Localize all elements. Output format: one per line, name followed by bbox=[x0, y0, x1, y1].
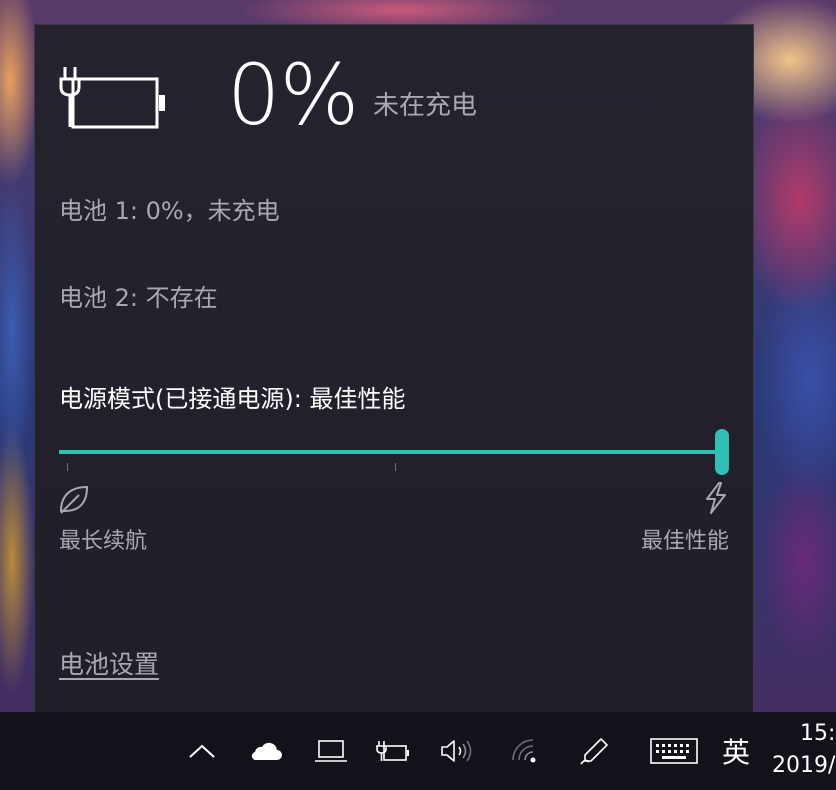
battery-plugged-icon bbox=[376, 740, 410, 762]
best-performance-label: 最佳性能 bbox=[640, 529, 729, 554]
leaf-icon bbox=[57, 483, 91, 515]
show-hidden-icons-button[interactable] bbox=[182, 712, 222, 790]
battery-percentage: 0% bbox=[227, 46, 359, 144]
battery-flyout: 0% 未在充电 电池 1: 0%，未充电 电池 2: 不存在 电源模式(已接通电… bbox=[34, 24, 754, 712]
lightning-bolt-icon bbox=[701, 481, 729, 515]
volume-icon bbox=[440, 738, 474, 764]
network-button[interactable] bbox=[506, 712, 546, 790]
battery-tray-button[interactable] bbox=[372, 712, 414, 790]
slider-thumb[interactable] bbox=[715, 429, 729, 475]
power-mode-slider[interactable] bbox=[59, 429, 733, 475]
slider-tick bbox=[395, 463, 396, 471]
battery-2-status: 电池 2: 不存在 bbox=[59, 284, 218, 312]
battery-summary: 0% 未在充电 bbox=[59, 53, 719, 141]
volume-button[interactable] bbox=[436, 712, 478, 790]
windows-ink-button[interactable] bbox=[574, 712, 616, 790]
touch-keyboard-icon bbox=[650, 738, 698, 764]
clock-date: 2019/ bbox=[772, 753, 836, 778]
onedrive-button[interactable] bbox=[244, 712, 288, 790]
battery-settings-link[interactable]: 电池设置 bbox=[59, 645, 159, 681]
laptop-icon bbox=[315, 739, 347, 763]
best-battery-life-label: 最长续航 bbox=[59, 529, 148, 554]
slider-tick bbox=[67, 463, 68, 471]
slider-track[interactable] bbox=[59, 450, 719, 454]
onedrive-cloud-icon bbox=[249, 740, 283, 762]
battery-1-status: 电池 1: 0%，未充电 bbox=[59, 197, 280, 225]
tablet-mode-button[interactable] bbox=[310, 712, 352, 790]
clock-time: 15: bbox=[800, 721, 836, 746]
charging-status: 未在充电 bbox=[373, 91, 478, 121]
input-method-indicator[interactable]: 英 bbox=[712, 712, 760, 790]
pen-icon bbox=[579, 736, 611, 766]
battery-plugged-icon bbox=[59, 65, 169, 129]
taskbar-clock[interactable]: 15: 2019/ bbox=[772, 718, 836, 782]
taskbar: 英 15: 2019/ bbox=[0, 712, 836, 790]
touch-keyboard-button[interactable] bbox=[646, 712, 702, 790]
power-mode-title: 电源模式(已接通电源): 最佳性能 bbox=[59, 385, 406, 413]
chevron-up-icon bbox=[188, 743, 216, 759]
wifi-icon bbox=[511, 737, 541, 765]
